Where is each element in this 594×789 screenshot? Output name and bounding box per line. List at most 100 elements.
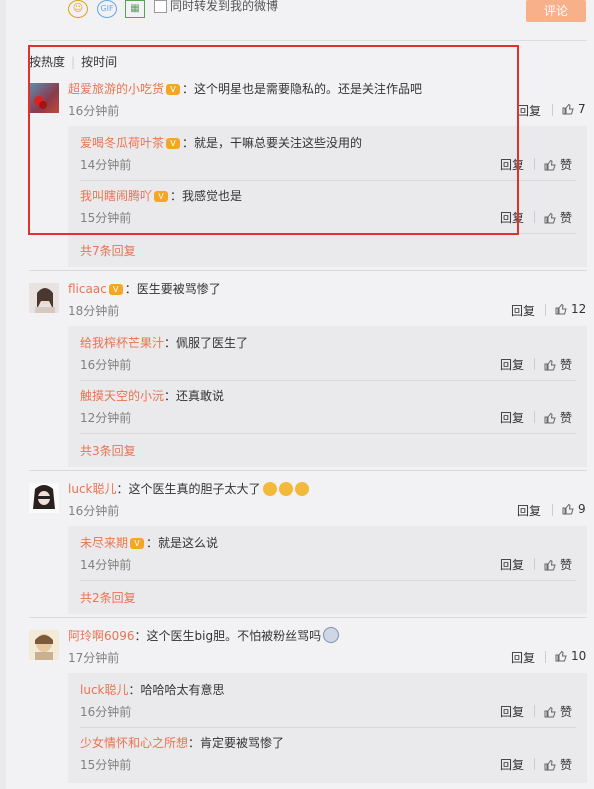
- divider: [80, 433, 576, 434]
- comment-time: 16分钟前: [68, 104, 120, 118]
- comment-username[interactable]: luck聪儿: [68, 482, 117, 496]
- reply-button[interactable]: 回复: [511, 649, 535, 666]
- comment-username[interactable]: 超爱旅游的小吃货: [68, 82, 164, 96]
- repost-checkbox[interactable]: [154, 0, 167, 13]
- like-button[interactable]: 10: [555, 649, 586, 663]
- action-divider: [545, 304, 546, 316]
- gif-icon[interactable]: GIF: [97, 0, 117, 18]
- like-label: 赞: [560, 758, 573, 772]
- like-count: 10: [571, 649, 587, 663]
- reply-content: ：就是这么说: [146, 536, 219, 550]
- reply-button[interactable]: 回复: [500, 409, 524, 426]
- divider: [29, 270, 587, 271]
- action-divider: [534, 705, 535, 717]
- like-button[interactable]: 赞: [544, 556, 572, 573]
- reply-username[interactable]: 少女情怀和心之所想: [80, 736, 188, 750]
- reply-username[interactable]: luck聪儿: [80, 683, 129, 697]
- comment-content: ：这个医生big胆。不怕被粉丝骂吗: [134, 629, 322, 643]
- like-button[interactable]: 12: [555, 302, 586, 316]
- thumb-up-icon: [544, 412, 556, 424]
- shocked-emoji-icon: [323, 627, 340, 643]
- action-divider: [545, 651, 546, 663]
- reply-button[interactable]: 回复: [500, 556, 524, 573]
- divider: [80, 727, 576, 728]
- divider: [29, 40, 587, 41]
- like-button[interactable]: 赞: [544, 156, 572, 173]
- avatar[interactable]: [29, 630, 59, 660]
- view-more-replies-link[interactable]: 共7条回复: [80, 242, 136, 259]
- reply-time: 15分钟前: [80, 211, 132, 225]
- like-label: 赞: [560, 158, 573, 172]
- like-label: 赞: [560, 211, 573, 225]
- reply-text: 我叫瞎闹腾吖 V ：我感觉也是: [80, 187, 242, 204]
- tab-sort-time[interactable]: 按时间: [81, 55, 117, 69]
- avatar[interactable]: [29, 83, 59, 113]
- comment-text: luck聪儿：这个医生真的胆子太大了: [68, 480, 309, 497]
- comment-text: 阿玲啊6096：这个医生big胆。不怕被粉丝骂吗: [68, 627, 340, 644]
- reply-time: 14分钟前: [80, 158, 132, 172]
- thumb-up-icon: [544, 159, 556, 171]
- reply-username[interactable]: 爱喝冬瓜荷叶茶: [80, 136, 164, 150]
- reply-content: ：还真敢说: [164, 389, 225, 403]
- reply-button[interactable]: 回复: [500, 156, 524, 173]
- avatar-image: [35, 288, 55, 313]
- action-divider: [534, 411, 535, 423]
- like-count: 12: [571, 302, 587, 316]
- comment-time: 18分钟前: [68, 304, 120, 318]
- like-count: 7: [578, 102, 586, 116]
- thumb-up-icon: [544, 359, 556, 371]
- reply-username[interactable]: 触摸天空的小沅: [80, 389, 164, 403]
- like-button[interactable]: 赞: [544, 409, 572, 426]
- avatar-image: [35, 634, 53, 660]
- reply-username[interactable]: 未尽来期: [80, 536, 128, 550]
- like-count: 9: [578, 502, 586, 516]
- comment-username[interactable]: 阿玲啊6096: [68, 629, 135, 643]
- thumb-up-icon: [555, 650, 567, 662]
- reply-button[interactable]: 回复: [500, 356, 524, 373]
- reply-time: 14分钟前: [80, 558, 132, 572]
- action-divider: [552, 104, 553, 116]
- like-button[interactable]: 赞: [544, 356, 572, 373]
- like-label: 赞: [560, 705, 573, 719]
- reply-button[interactable]: 回复: [511, 302, 535, 319]
- action-divider: [534, 558, 535, 570]
- comment-content: ：这个明星也是需要隐私的。还是关注作品吧: [182, 82, 423, 96]
- sort-tabs: 按热度 | 按时间: [29, 55, 118, 69]
- like-button[interactable]: 7: [562, 102, 586, 116]
- comment-username[interactable]: flicaac: [68, 282, 107, 296]
- emoji-icon[interactable]: ☺: [68, 0, 88, 18]
- avatar-image: [33, 485, 55, 509]
- reply-content: ：佩服了医生了: [164, 336, 249, 350]
- thumbs-up-emoji-icon: [294, 482, 309, 496]
- comment-time: 16分钟前: [68, 504, 120, 518]
- reply-username[interactable]: 我叫瞎闹腾吖: [80, 189, 152, 203]
- reply-button[interactable]: 回复: [517, 102, 541, 119]
- reply-button[interactable]: 回复: [500, 703, 524, 720]
- reply-button[interactable]: 回复: [517, 502, 541, 519]
- like-button[interactable]: 9: [562, 502, 586, 516]
- divider: [80, 233, 576, 234]
- tab-sort-hot[interactable]: 按热度: [29, 55, 65, 69]
- like-button[interactable]: 赞: [544, 209, 572, 226]
- reply-text: 触摸天空的小沅：还真敢说: [80, 387, 224, 404]
- divider: [80, 180, 576, 181]
- image-icon[interactable]: ▦: [125, 0, 145, 18]
- view-more-replies-link[interactable]: 共2条回复: [80, 589, 136, 606]
- action-divider: [534, 358, 535, 370]
- reply-username[interactable]: 给我榨杯芒果汁: [80, 336, 164, 350]
- thumb-up-icon: [544, 706, 556, 718]
- reply-button[interactable]: 回复: [500, 209, 524, 226]
- submit-comment-button[interactable]: 评论: [526, 0, 586, 22]
- divider: [29, 617, 587, 618]
- reply-text: 爱喝冬瓜荷叶茶 V ：就是，干嘛总要关注这些没用的: [80, 134, 362, 151]
- avatar[interactable]: [29, 283, 59, 313]
- view-more-replies-link[interactable]: 共3条回复: [80, 442, 136, 459]
- avatar[interactable]: [29, 483, 59, 513]
- like-button[interactable]: 赞: [544, 703, 572, 720]
- like-label: 赞: [560, 358, 573, 372]
- like-button[interactable]: 赞: [544, 756, 572, 773]
- reply-content: ：哈哈哈太有意思: [128, 683, 225, 697]
- reply-button[interactable]: 回复: [500, 756, 524, 773]
- divider: [80, 580, 576, 581]
- thumb-up-icon: [544, 759, 556, 771]
